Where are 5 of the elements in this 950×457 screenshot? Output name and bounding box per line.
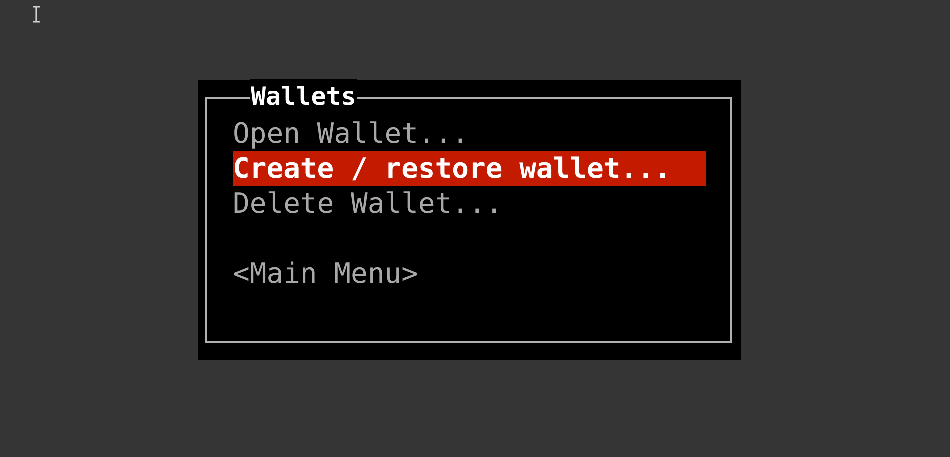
main-menu-button[interactable]: <Main Menu>: [233, 256, 706, 291]
menu-item[interactable]: Delete Wallet...: [233, 186, 706, 221]
menu-item[interactable]: Open Wallet...: [233, 116, 706, 151]
menu-item[interactable]: Create / restore wallet...: [233, 151, 706, 186]
text-cursor-icon: [32, 6, 41, 23]
